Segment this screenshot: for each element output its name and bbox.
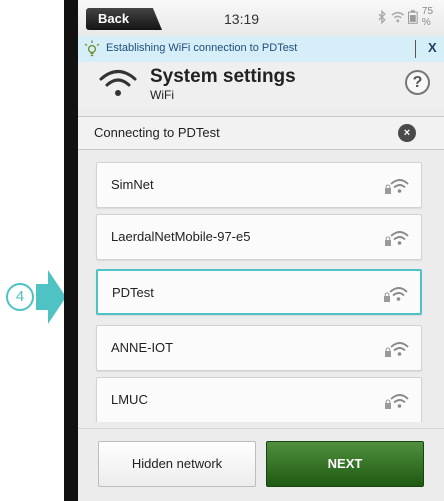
network-item-simnet[interactable]: SimNet: [96, 162, 422, 208]
network-list: SimNet LaerdalNetMobile-97-e5 PDTest ANN…: [78, 150, 444, 422]
callout-arrow-icon: [36, 270, 66, 324]
notification-banner: Establishing WiFi connection to PDTest X: [78, 36, 444, 63]
notification-divider: [415, 40, 416, 58]
cancel-connection-button[interactable]: ×: [398, 124, 416, 142]
hidden-network-button[interactable]: Hidden network: [98, 441, 256, 487]
page-header: System settings WiFi ?: [78, 62, 444, 108]
secured-wifi-icon: [385, 179, 409, 194]
status-bar: Back 13:19 75 %: [78, 0, 444, 36]
connecting-text: Connecting to PDTest: [94, 125, 220, 140]
network-item-lmuc[interactable]: LMUC: [96, 377, 422, 422]
wifi-status-icon: [391, 11, 404, 23]
clock: 13:19: [224, 11, 260, 27]
secured-wifi-icon: [385, 394, 409, 409]
battery-percent: 75 %: [421, 6, 434, 28]
secured-wifi-icon: [384, 287, 408, 302]
notification-text: Establishing WiFi connection to PDTest: [106, 42, 298, 54]
secured-wifi-icon: [385, 342, 409, 357]
footer-bar: Hidden network NEXT: [78, 428, 444, 501]
connecting-status: Connecting to PDTest ×: [78, 116, 444, 150]
notification-close-button[interactable]: X: [428, 40, 437, 55]
help-button[interactable]: ?: [405, 70, 430, 95]
page-title: System settings: [150, 66, 296, 87]
network-name: ANNE-IOT: [111, 340, 174, 355]
secured-wifi-icon: [385, 231, 409, 246]
page-subtitle: WiFi: [150, 88, 174, 102]
network-item-laerdalnetmobile[interactable]: LaerdalNetMobile-97-e5: [96, 214, 422, 260]
wifi-icon: [99, 70, 137, 96]
device-screen: Back 13:19 75 % Establishing WiFi connec…: [78, 0, 444, 501]
next-button[interactable]: NEXT: [266, 441, 424, 487]
back-button[interactable]: Back: [86, 8, 162, 30]
network-name: LaerdalNetMobile-97-e5: [111, 229, 251, 244]
step-callout-number: 4: [6, 283, 34, 311]
network-item-anne-iot[interactable]: ANNE-IOT: [96, 325, 422, 371]
network-name: SimNet: [111, 177, 154, 192]
network-name: LMUC: [111, 392, 148, 407]
battery-icon: [408, 10, 418, 24]
bluetooth-icon: [378, 10, 386, 24]
status-icons: 75 %: [378, 6, 444, 28]
lightbulb-icon: [84, 40, 100, 57]
device-frame: Back 13:19 75 % Establishing WiFi connec…: [64, 0, 444, 501]
network-item-pdtest[interactable]: PDTest: [96, 269, 422, 315]
network-name: PDTest: [112, 285, 154, 300]
